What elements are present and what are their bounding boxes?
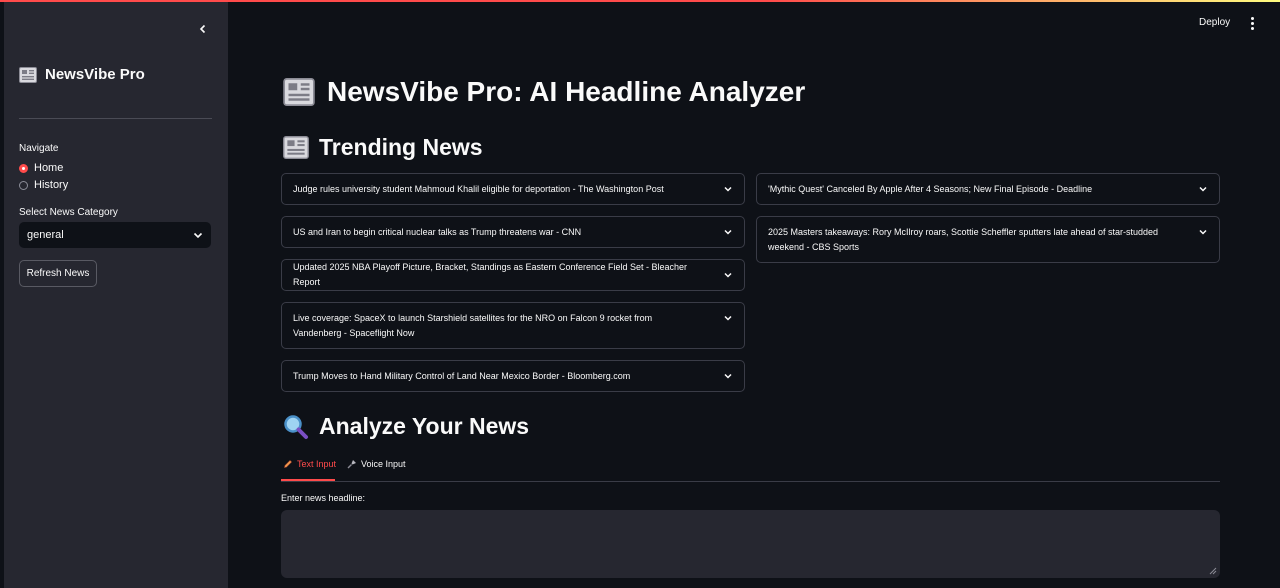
headline-textarea[interactable]	[281, 510, 1220, 578]
tab-label: Text Input	[297, 459, 337, 469]
newspaper-icon	[283, 136, 309, 159]
refresh-news-button[interactable]: Refresh News	[19, 260, 97, 287]
tab-text-input[interactable]: Text Input	[283, 459, 336, 469]
chevron-down-icon	[724, 186, 732, 192]
sidebar-brand: NewsVibe Pro	[19, 66, 145, 83]
kebab-menu-icon	[1250, 16, 1254, 20]
headline-text: Judge rules university student Mahmoud K…	[293, 183, 664, 194]
radio-unselected-icon	[19, 180, 28, 190]
nav-radio-home[interactable]: Home	[19, 162, 63, 174]
main-menu-button[interactable]	[1246, 15, 1258, 31]
chevron-down-icon	[724, 315, 732, 321]
tab-voice-input[interactable]: Voice Input	[347, 459, 406, 469]
navigate-label: Navigate	[19, 143, 59, 154]
newspaper-icon	[283, 78, 315, 106]
active-tab-indicator	[281, 479, 335, 481]
headline-expander[interactable]: Judge rules university student Mahmoud K…	[281, 173, 745, 205]
headline-expander[interactable]: 2025 Masters takeaways: Rory McIlroy roa…	[756, 216, 1220, 263]
headline-text: US and Iran to begin critical nuclear ta…	[293, 226, 582, 237]
sidebar: NewsVibe Pro Navigate Home History Selec…	[4, 2, 228, 588]
nav-radio-history[interactable]: History	[19, 179, 68, 191]
kebab-dot	[1250, 26, 1254, 30]
newspaper-icon	[19, 66, 37, 83]
category-select[interactable]: general	[19, 222, 211, 248]
category-value: general	[27, 229, 64, 241]
brand-title: NewsVibe Pro	[45, 66, 145, 83]
chevron-down-icon	[193, 232, 203, 239]
trending-news-heading: Trending News	[283, 134, 483, 161]
kebab-dot	[1250, 21, 1254, 25]
page-title: NewsVibe Pro: AI Headline Analyzer	[283, 76, 805, 108]
nav-radio-label: Home	[34, 162, 64, 174]
page-title-text: NewsVibe Pro: AI Headline Analyzer	[327, 76, 806, 107]
headline-expander[interactable]: Trump Moves to Hand Military Control of …	[281, 360, 745, 392]
radio-selected-icon	[19, 163, 28, 173]
tab-label: Voice Input	[361, 459, 406, 469]
collapse-sidebar-button[interactable]	[192, 18, 214, 40]
nav-radio-label: History	[34, 179, 69, 191]
headline-expander[interactable]: 'Mythic Quest' Canceled By Apple After 4…	[756, 173, 1220, 205]
headline-expander[interactable]: Live coverage: SpaceX to launch Starshie…	[281, 302, 745, 349]
headline-text: Live coverage: SpaceX to launch Starshie…	[293, 312, 653, 338]
input-tabs: Text Input Voice Input	[281, 455, 1220, 482]
headline-expander[interactable]: Updated 2025 NBA Playoff Picture, Bracke…	[281, 259, 745, 291]
resize-grip-icon[interactable]	[1209, 567, 1217, 575]
chevron-down-icon	[724, 272, 732, 278]
magnifying-glass-icon	[284, 414, 308, 439]
chevron-down-icon	[724, 373, 732, 379]
chevron-down-icon	[724, 229, 732, 235]
chevron-down-icon	[1199, 229, 1207, 235]
headline-input-label: Enter news headline:	[281, 493, 366, 503]
headline-text: Trump Moves to Hand Military Control of …	[293, 370, 631, 381]
microphone-icon	[347, 460, 356, 469]
headline-expander[interactable]: US and Iran to begin critical nuclear ta…	[281, 216, 745, 248]
category-label: Select News Category	[19, 207, 118, 218]
chevron-left-icon	[199, 24, 206, 34]
analyze-news-heading: Analyze Your News	[283, 413, 529, 440]
trending-news-heading-text: Trending News	[319, 134, 483, 160]
pencil-icon	[284, 460, 292, 468]
headline-text: 'Mythic Quest' Canceled By Apple After 4…	[768, 183, 1093, 194]
headline-text: Updated 2025 NBA Playoff Picture, Bracke…	[293, 262, 688, 287]
deploy-button[interactable]: Deploy	[1199, 17, 1230, 28]
headline-text: 2025 Masters takeaways: Rory McIlroy roa…	[768, 226, 1159, 252]
analyze-news-heading-text: Analyze Your News	[319, 413, 530, 439]
sidebar-divider	[19, 118, 212, 119]
chevron-down-icon	[1199, 186, 1207, 192]
